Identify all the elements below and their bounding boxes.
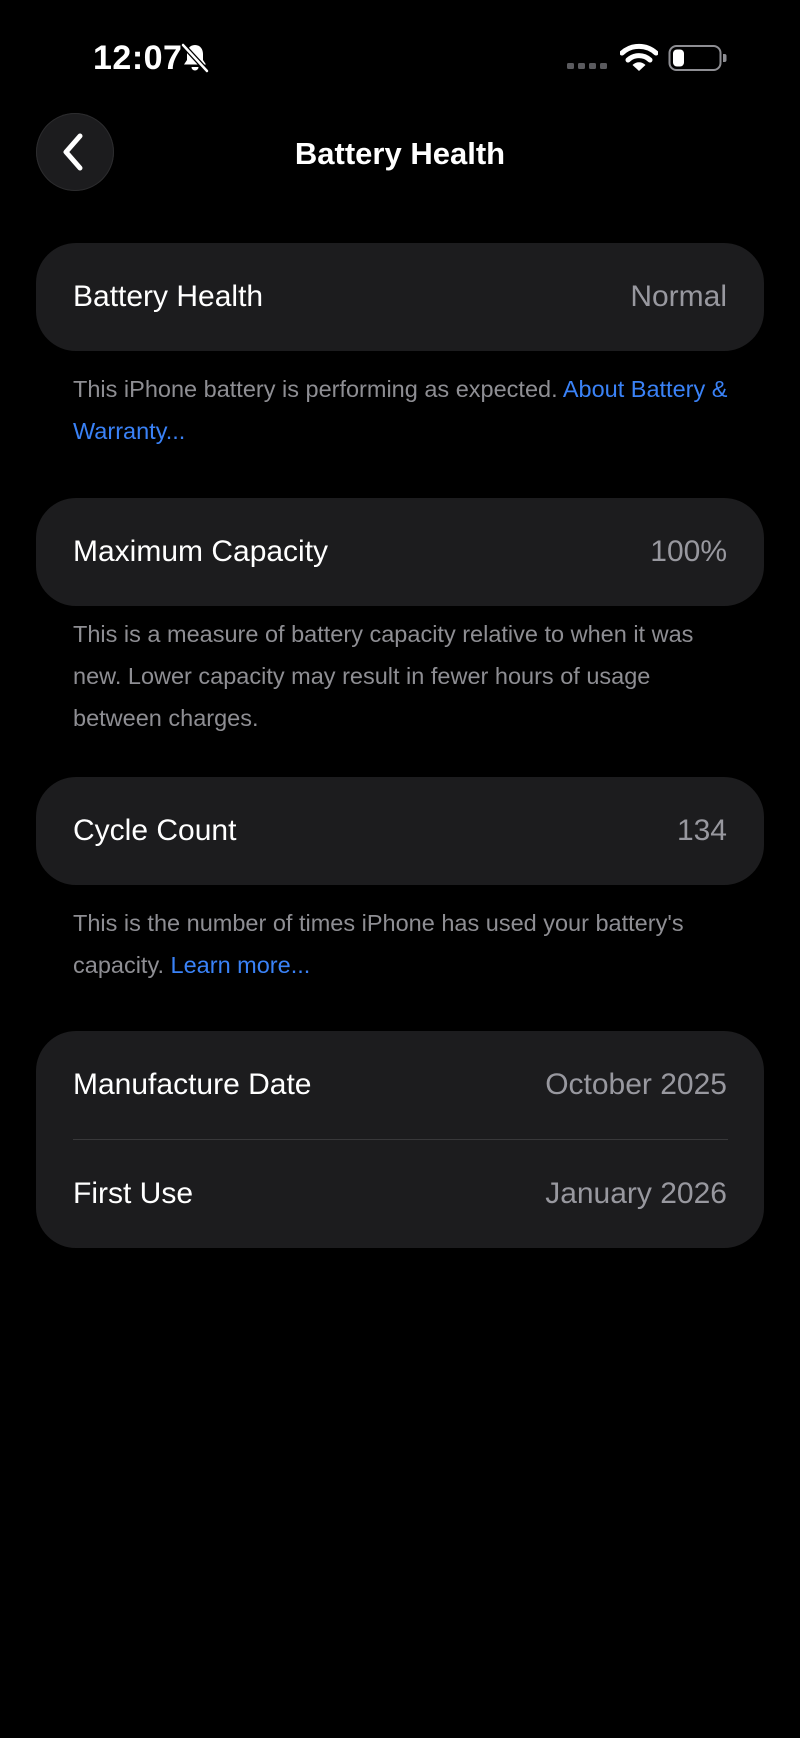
battery-health-footnote-text: This iPhone battery is performing as exp…: [73, 376, 563, 402]
cycle-count-label: Cycle Count: [73, 814, 237, 847]
maximum-capacity-card: Maximum Capacity 100%: [36, 498, 764, 606]
page-title: Battery Health: [294, 136, 506, 171]
manufacture-date-value: October 2025: [545, 1068, 727, 1101]
cycle-count-card: Cycle Count 134: [36, 777, 764, 885]
bell-slash-icon: [180, 42, 210, 74]
wifi-icon: [620, 43, 658, 71]
battery-health-label: Battery Health: [73, 280, 264, 313]
battery-health-row: Battery Health Normal: [36, 243, 764, 351]
battery-health-value: Normal: [630, 280, 727, 313]
cycle-count-value: 134: [676, 814, 727, 847]
maximum-capacity-label: Maximum Capacity: [73, 535, 329, 568]
cycle-count-row: Cycle Count 134: [36, 777, 764, 885]
manufacture-date-row: Manufacture Date October 2025: [36, 1031, 764, 1139]
nav-bar: Battery Health: [0, 110, 800, 200]
battery-health-footnote: This iPhone battery is performing as exp…: [73, 368, 733, 452]
cycle-count-footnote-text: This is the number of times iPhone has u…: [73, 910, 684, 978]
first-use-value: January 2026: [545, 1177, 727, 1210]
status-bar: 12:07: [0, 0, 800, 110]
manufacture-date-label: Manufacture Date: [73, 1068, 312, 1101]
maximum-capacity-row: Maximum Capacity 100%: [36, 498, 764, 606]
cycle-count-footnote: This is the number of times iPhone has u…: [73, 902, 733, 986]
maximum-capacity-footnote-text: This is a measure of battery capacity re…: [73, 621, 694, 731]
dates-card: Manufacture Date October 2025 First Use …: [36, 1031, 764, 1248]
maximum-capacity-value: 100%: [650, 535, 727, 568]
first-use-row: First Use January 2026: [36, 1140, 764, 1248]
cellular-signal-icon: [567, 63, 607, 69]
first-use-label: First Use: [73, 1177, 193, 1210]
battery-health-card: Battery Health Normal: [36, 243, 764, 351]
learn-more-link[interactable]: Learn more...: [171, 952, 311, 978]
battery-icon: [668, 45, 727, 71]
status-time: 12:07: [93, 39, 183, 77]
maximum-capacity-footnote: This is a measure of battery capacity re…: [73, 613, 733, 739]
